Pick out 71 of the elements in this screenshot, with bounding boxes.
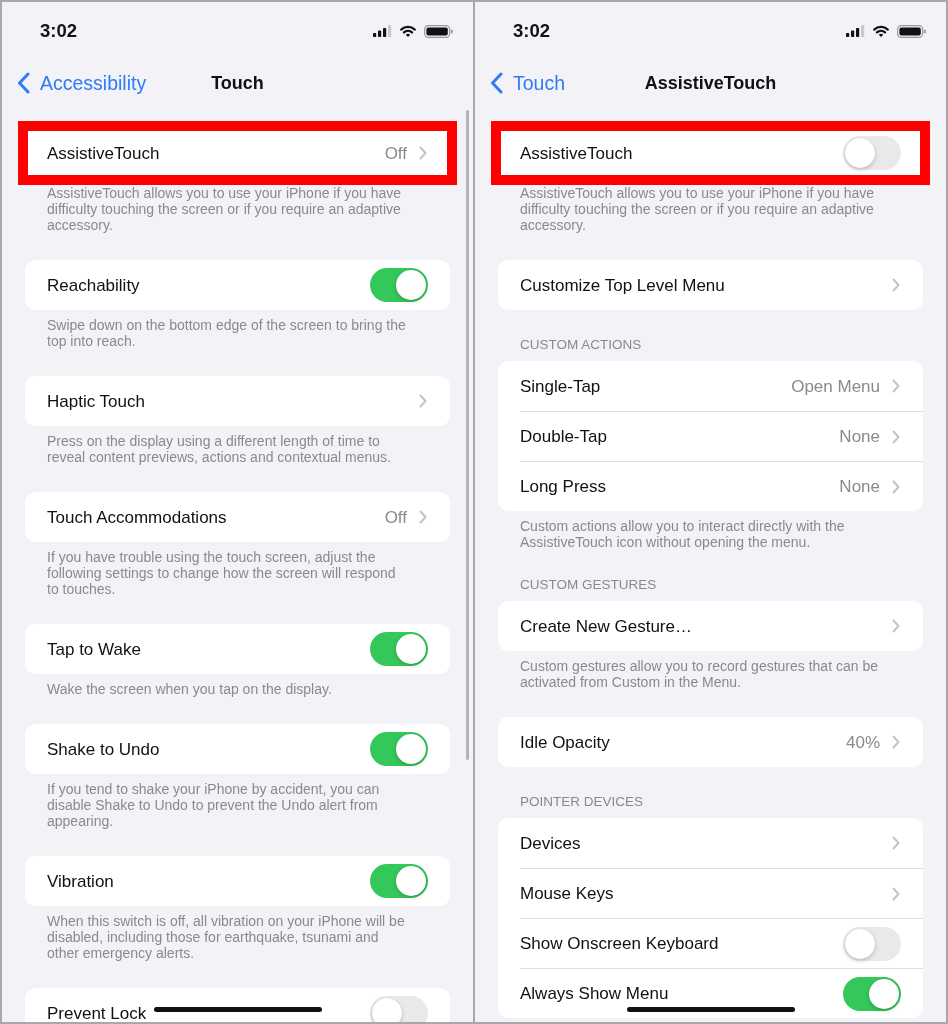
- toggle-switch[interactable]: [370, 864, 428, 898]
- chevron-left-icon: [17, 72, 30, 94]
- chevron-right-icon: [892, 836, 900, 850]
- setting-value: Open Menu: [791, 376, 880, 396]
- status-time: 3:02: [513, 20, 551, 42]
- setting-label: Show Onscreen Keyboard: [520, 934, 719, 953]
- toggle-switch[interactable]: [370, 996, 428, 1022]
- setting-label[interactable]: Double-Tap: [520, 427, 607, 446]
- section-header: CUSTOM GESTURES: [519, 577, 658, 593]
- chevron-right-icon: [419, 146, 427, 160]
- toggle-switch[interactable]: [843, 136, 901, 170]
- chevron-right-icon: [419, 394, 427, 408]
- chevron-right-icon: [892, 379, 900, 393]
- chevron-right-icon: [892, 619, 900, 633]
- setting-label[interactable]: Devices: [520, 833, 581, 853]
- toggle-switch[interactable]: [843, 976, 901, 1011]
- setting-label[interactable]: Touch Accommodations: [47, 507, 227, 527]
- setting-description: AssistiveTouch allows you to use your iPhone if you have difficulty touching the screen or if you require an adaptive accessory.: [46, 185, 403, 233]
- setting-label[interactable]: Mouse Keys: [520, 884, 614, 903]
- toggle-switch[interactable]: [843, 926, 901, 961]
- back-button[interactable]: Touch: [475, 71, 566, 95]
- setting-label: AssistiveTouch: [520, 143, 633, 163]
- chevron-right-icon: [892, 479, 900, 494]
- wifi-icon: [400, 25, 416, 37]
- setting-label[interactable]: Single-Tap: [520, 376, 601, 396]
- toggle-switch[interactable]: [370, 268, 428, 302]
- setting-label[interactable]: Customize Top Level Menu: [520, 275, 725, 295]
- status-time: 3:02: [40, 20, 78, 42]
- setting-label[interactable]: Create New Gesture…: [520, 616, 692, 636]
- cellular-signal-icon: [373, 25, 392, 37]
- screen-title: Touch: [211, 72, 264, 94]
- setting-description: Custom gestures allow you to record gestures that can be activated from Custom in the Menu.: [519, 658, 879, 690]
- setting-description: If you have trouble using the touch screen, adjust the following settings to change how the screen will respond to touches.: [46, 549, 397, 597]
- setting-description: Wake the screen when you tap on the display.: [46, 681, 333, 697]
- setting-label[interactable]: Idle Opacity: [520, 732, 610, 752]
- wifi-icon: [873, 25, 889, 37]
- section-header: POINTER DEVICES: [519, 794, 645, 810]
- setting-description: Press on the display using a different length of time to reveal content previews, actions and contextual menus.: [46, 433, 392, 465]
- setting-label: Prevent Lock: [47, 1003, 147, 1022]
- setting-description: If you tend to shake your iPhone by accident, you can disable Shake to Undo to prevent the Undo alert from appearing.: [46, 781, 381, 829]
- chevron-left-icon: [490, 72, 503, 94]
- setting-label[interactable]: AssistiveTouch: [47, 143, 160, 163]
- chevron-right-icon: [892, 278, 900, 292]
- setting-label[interactable]: Haptic Touch: [47, 391, 145, 411]
- toggle-switch[interactable]: [370, 732, 428, 766]
- chevron-right-icon: [419, 510, 427, 524]
- setting-description: Swipe down on the bottom edge of the screen to bring the top into reach.: [46, 317, 407, 349]
- screen-title: AssistiveTouch: [644, 72, 777, 94]
- chevron-right-icon: [892, 886, 900, 901]
- setting-value: Off: [384, 143, 407, 163]
- cellular-signal-icon: [846, 25, 865, 37]
- chevron-right-icon: [892, 429, 900, 444]
- setting-value: 40%: [845, 732, 880, 752]
- setting-label[interactable]: Long Press: [520, 477, 606, 496]
- toggle-switch[interactable]: [370, 632, 428, 666]
- setting-value: None: [839, 477, 880, 496]
- setting-label: Always Show Menu: [520, 984, 669, 1003]
- setting-label: Reachability: [47, 275, 140, 295]
- section-header: CUSTOM ACTIONS: [519, 337, 643, 353]
- setting-description: When this switch is off, all vibration on your iPhone will be disabled, including those for earthquake, tsunami and other emergency alerts.: [46, 913, 406, 961]
- setting-description: AssistiveTouch allows you to use your iPhone if you have difficulty touching the screen or if you require an adaptive accessory.: [519, 185, 876, 233]
- setting-label: Tap to Wake: [47, 639, 141, 659]
- chevron-right-icon: [892, 735, 900, 749]
- setting-label: Vibration: [47, 871, 114, 891]
- setting-value: Off: [384, 507, 407, 527]
- setting-description: Custom actions allow you to interact directly with the AssistiveTouch icon without opening the menu.: [519, 518, 846, 550]
- battery-icon: [897, 24, 926, 38]
- back-button[interactable]: Accessibility: [2, 71, 147, 95]
- battery-icon: [424, 24, 453, 38]
- setting-label: Shake to Undo: [47, 739, 160, 759]
- setting-value: None: [839, 427, 880, 446]
